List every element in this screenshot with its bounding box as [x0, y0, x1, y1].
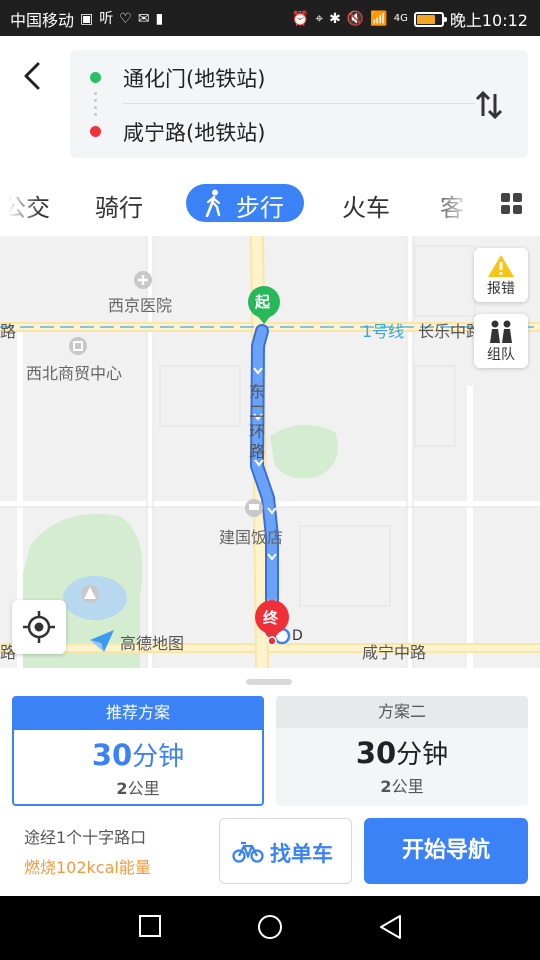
plan-duration-value: 30: [355, 736, 397, 770]
clock-time: 晚上10:12: [449, 11, 528, 30]
walking-icon: [205, 189, 221, 217]
team-button[interactable]: 组队: [474, 314, 528, 368]
tabs-fade-left: [0, 180, 40, 228]
mute-icon: 🔇: [346, 11, 365, 27]
status-left: 中国移动 ▣ 听 ♡ ✉ ▮: [10, 7, 163, 31]
map-label-trade-center: 西北商贸中心: [26, 364, 123, 383]
location-icon: ⌖: [315, 11, 324, 27]
report-error-label: 报错: [487, 281, 515, 297]
plan-duration-unit: 分钟: [132, 742, 185, 772]
plan-distance-unit: 公里: [127, 779, 160, 798]
start-marker[interactable]: 起: [255, 291, 270, 312]
map-label-hotel: 建国饭店: [219, 528, 284, 547]
plan-duration-value: 30: [91, 738, 133, 772]
status-right: ⏰ ⌖ ✱ 🔇 📶 4G 晚上10:12: [292, 7, 528, 31]
start-navigation-button[interactable]: 开始导航: [364, 818, 528, 884]
recent-apps-icon[interactable]: [138, 914, 162, 938]
destination-dot: [90, 126, 101, 137]
status-bar: 中国移动 ▣ 听 ♡ ✉ ▮ ⏰ ⌖ ✱ 🔇 📶 4G 晚上10:12: [0, 0, 540, 36]
team-label: 组队: [487, 347, 515, 363]
warning-icon: [488, 255, 514, 277]
back-nav-icon[interactable]: [378, 914, 402, 940]
locate-button[interactable]: [12, 600, 66, 654]
plan-duration-unit: 分钟: [396, 740, 449, 770]
route-plan-panel: 推荐方案 30分钟 2公里 方案二 30分钟 2公里 途经1个十字路口 燃烧10…: [0, 668, 540, 896]
route-divider: [123, 103, 475, 104]
message-notification-icon: ✉: [137, 11, 150, 27]
report-error-button[interactable]: 报错: [474, 248, 528, 302]
plan-distance: 2公里: [14, 775, 262, 799]
wifi-icon: 📶: [370, 11, 388, 27]
tab-walking[interactable]: 步行: [186, 184, 304, 222]
plan-duration: 30分钟: [14, 736, 262, 773]
origin-dot: [90, 72, 101, 83]
grid-icon[interactable]: [500, 192, 524, 216]
map-label-changle-road: 长乐中路: [418, 322, 483, 341]
plan-card-title: 方案二: [276, 696, 528, 728]
swap-button[interactable]: [472, 88, 506, 122]
music-notification-icon: 听: [99, 11, 114, 27]
plan-distance-value: 2: [116, 779, 128, 798]
map-label-xianning-road: 咸宁中路: [362, 643, 427, 662]
swap-icon: [475, 90, 503, 120]
bike-icon: [232, 841, 264, 863]
transport-mode-tabs: 公交 骑行 步行 火车 客: [0, 180, 540, 228]
plan-distance-unit: 公里: [391, 777, 424, 796]
back-button[interactable]: [12, 56, 52, 96]
amap-logo-text: 高德地图: [120, 634, 185, 653]
map-label-metro-line: 1号线: [362, 322, 405, 341]
map-label-hospital: 西京医院: [108, 296, 173, 315]
system-navigation-bar: [0, 896, 540, 960]
plan-duration: 30分钟: [276, 734, 528, 771]
battery-level: [416, 14, 435, 24]
find-bike-button[interactable]: 找单车: [219, 818, 352, 884]
bluetooth-icon: ✱: [329, 11, 341, 27]
locate-icon: [23, 611, 55, 643]
amap-logo-icon: [90, 630, 114, 652]
health-notification-icon: ♡: [119, 11, 132, 27]
carrier-name: 中国移动: [10, 11, 75, 30]
route-card: 通化门(地铁站) 咸宁路(地铁站): [70, 50, 528, 158]
route-header: 通化门(地铁站) 咸宁路(地铁站) 公交 骑行: [0, 36, 540, 242]
route-crossings-info: 途经1个十字路口: [24, 828, 147, 847]
map-label-east-ring-road: 东二环路: [249, 382, 266, 461]
back-arrow-icon: [24, 62, 40, 90]
clipboard-notification-icon: ▮: [155, 11, 164, 27]
origin-field[interactable]: 通化门(地铁站): [123, 63, 265, 93]
alarm-icon: ⏰: [291, 11, 310, 27]
route-dots-connector: [94, 90, 97, 118]
home-icon[interactable]: [257, 914, 283, 940]
tab-cycling[interactable]: 骑行: [95, 188, 143, 223]
app-notification-icon: ▣: [80, 11, 94, 27]
plan-distance: 2公里: [276, 773, 528, 797]
destination-field[interactable]: 咸宁路(地铁站): [123, 117, 265, 147]
tabs-fade-right: [430, 180, 490, 228]
find-bike-label: 找单车: [270, 842, 333, 866]
plan-card-alternative[interactable]: 方案二 30分钟 2公里: [276, 696, 528, 806]
team-icon: [490, 320, 512, 343]
metro-exit-d-label: D: [292, 628, 303, 644]
drag-handle[interactable]: [246, 679, 292, 685]
map-view[interactable]: 西京医院 西北商贸中心 建国饭店 1号线 长乐中路 咸宁中路 路 路 东二环路 …: [0, 236, 540, 668]
battery-icon: [413, 11, 447, 27]
tab-train[interactable]: 火车: [342, 188, 390, 223]
calories-info: 燃烧102kcal能量: [24, 858, 151, 877]
plan-card-recommended[interactable]: 推荐方案 30分钟 2公里: [12, 696, 264, 806]
plan-distance-value: 2: [380, 777, 392, 796]
end-marker[interactable]: 终: [263, 607, 278, 628]
network-type-label: 4G: [393, 13, 408, 24]
map-label-left-road-1: 路: [0, 322, 17, 341]
plan-card-title: 推荐方案: [14, 698, 262, 730]
tab-walking-label: 步行: [236, 194, 284, 222]
